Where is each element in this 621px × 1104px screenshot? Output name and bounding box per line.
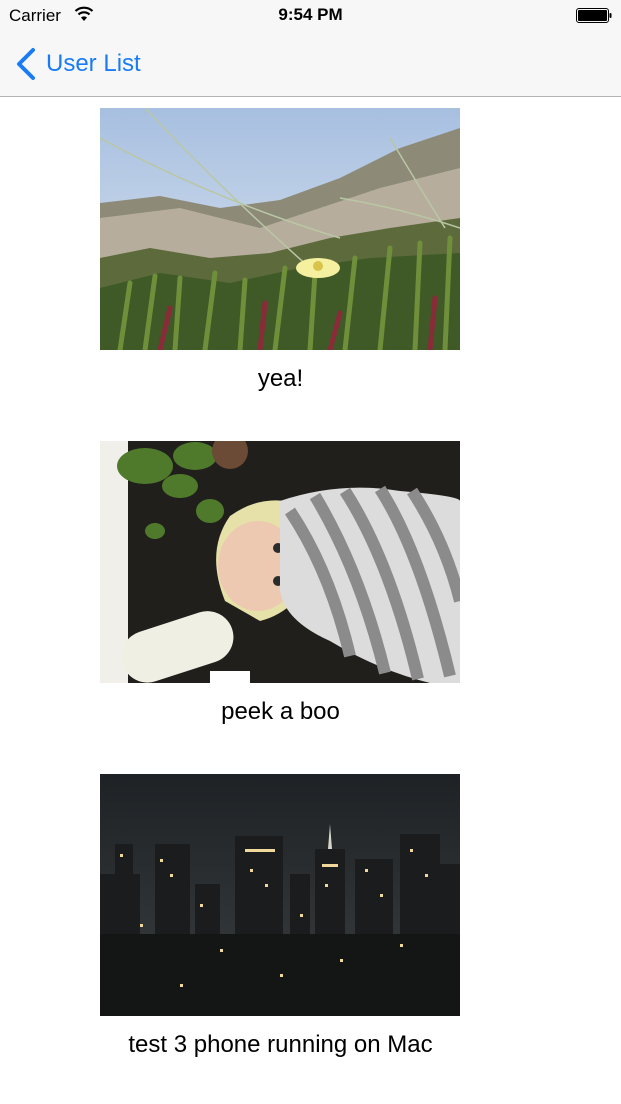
post-caption: yea! (257, 365, 304, 392)
post-photo-city-night[interactable] (100, 774, 460, 1016)
status-time: 9:54 PM (278, 5, 343, 24)
back-button[interactable]: User List (14, 46, 141, 82)
post-caption: peek a boo (221, 698, 340, 725)
post-caption: test 3 phone running on Mac (128, 1031, 433, 1058)
status-bar: Carrier 9:54 PM (0, 0, 621, 32)
navigation-bar: User List (0, 32, 621, 97)
post-photo-beach-flower[interactable] (100, 108, 460, 350)
back-button-label: User List (46, 50, 141, 77)
post-photo-baby[interactable] (100, 441, 460, 683)
chevron-left-icon (17, 48, 35, 80)
battery-full-icon (576, 8, 612, 23)
